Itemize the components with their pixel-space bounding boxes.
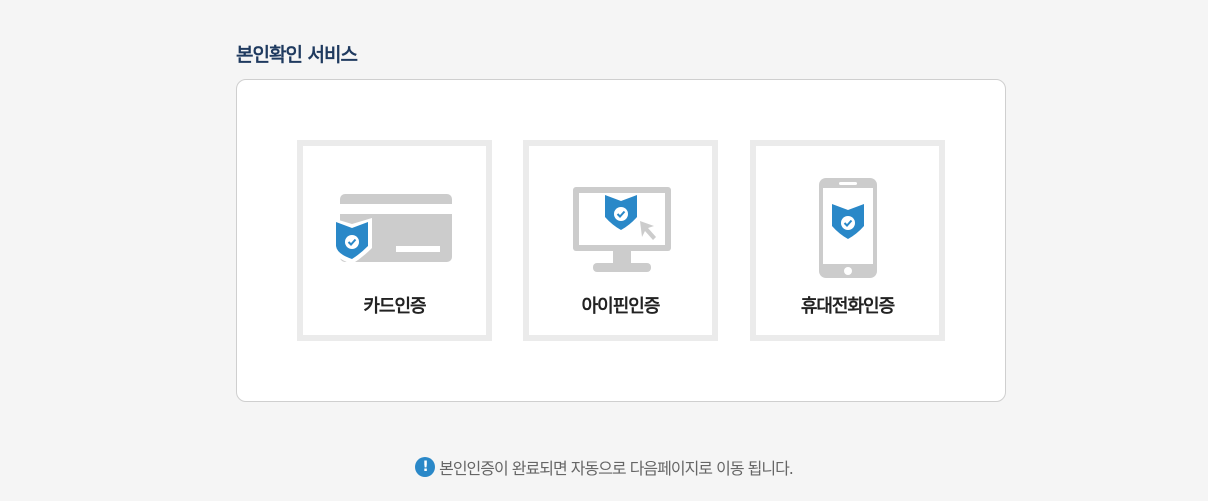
credit-card-shield-icon [303, 174, 486, 284]
ipin-verification-label: 아이핀인증 [581, 296, 661, 317]
phone-verification-button[interactable]: 휴대전화인증 [750, 140, 945, 341]
card-verification-label: 카드인증 [363, 296, 426, 317]
notice-message: ! 본인인증이 완료되면 자동으로 다음페이지로 이동 됩니다. [0, 455, 1208, 479]
notice-text: 본인인증이 완료되면 자동으로 다음페이지로 이동 됩니다. [439, 459, 794, 478]
phone-shield-icon [756, 174, 939, 284]
card-verification-button[interactable]: 카드인증 [297, 140, 492, 341]
ipin-verification-button[interactable]: 아이핀인증 [523, 140, 718, 341]
verification-panel: 카드인증 아이핀인증 휴대전화인증 [236, 79, 1006, 402]
section-title: 본인확인 서비스 [236, 44, 358, 66]
monitor-shield-icon [529, 174, 712, 284]
phone-verification-label: 휴대전화인증 [800, 296, 895, 317]
alert-icon: ! [415, 457, 436, 477]
